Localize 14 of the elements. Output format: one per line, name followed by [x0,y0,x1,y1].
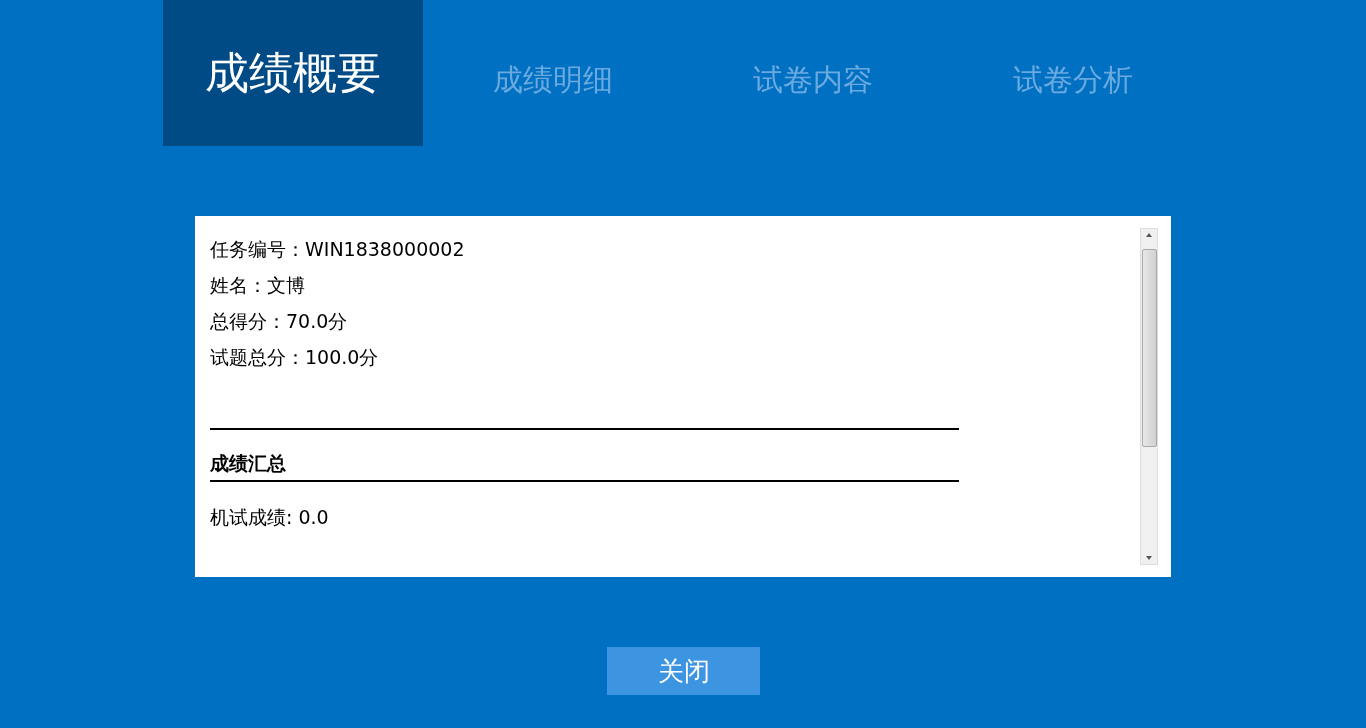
close-button[interactable]: 关闭 [607,647,760,695]
tab[interactable]: 成绩概要 [163,0,423,146]
tab[interactable]: 成绩明细 [423,0,683,146]
score-line: 机试成绩: 0.0 [210,505,330,530]
report-field: 试题总分：100.0分 [210,342,1140,378]
scrollbar[interactable] [1140,228,1158,565]
tab[interactable]: 试卷分析 [943,0,1203,146]
tab[interactable]: 试卷内容 [683,0,943,146]
report-field: 总得分：70.0分 [210,306,1140,342]
report-field: 任务编号：WIN1838000002 [210,234,1140,270]
scroll-up-icon[interactable] [1146,233,1152,237]
report-field: 姓名：文博 [210,270,1140,306]
section-title: 成绩汇总 [210,451,287,476]
scroll-down-icon[interactable] [1146,556,1152,560]
